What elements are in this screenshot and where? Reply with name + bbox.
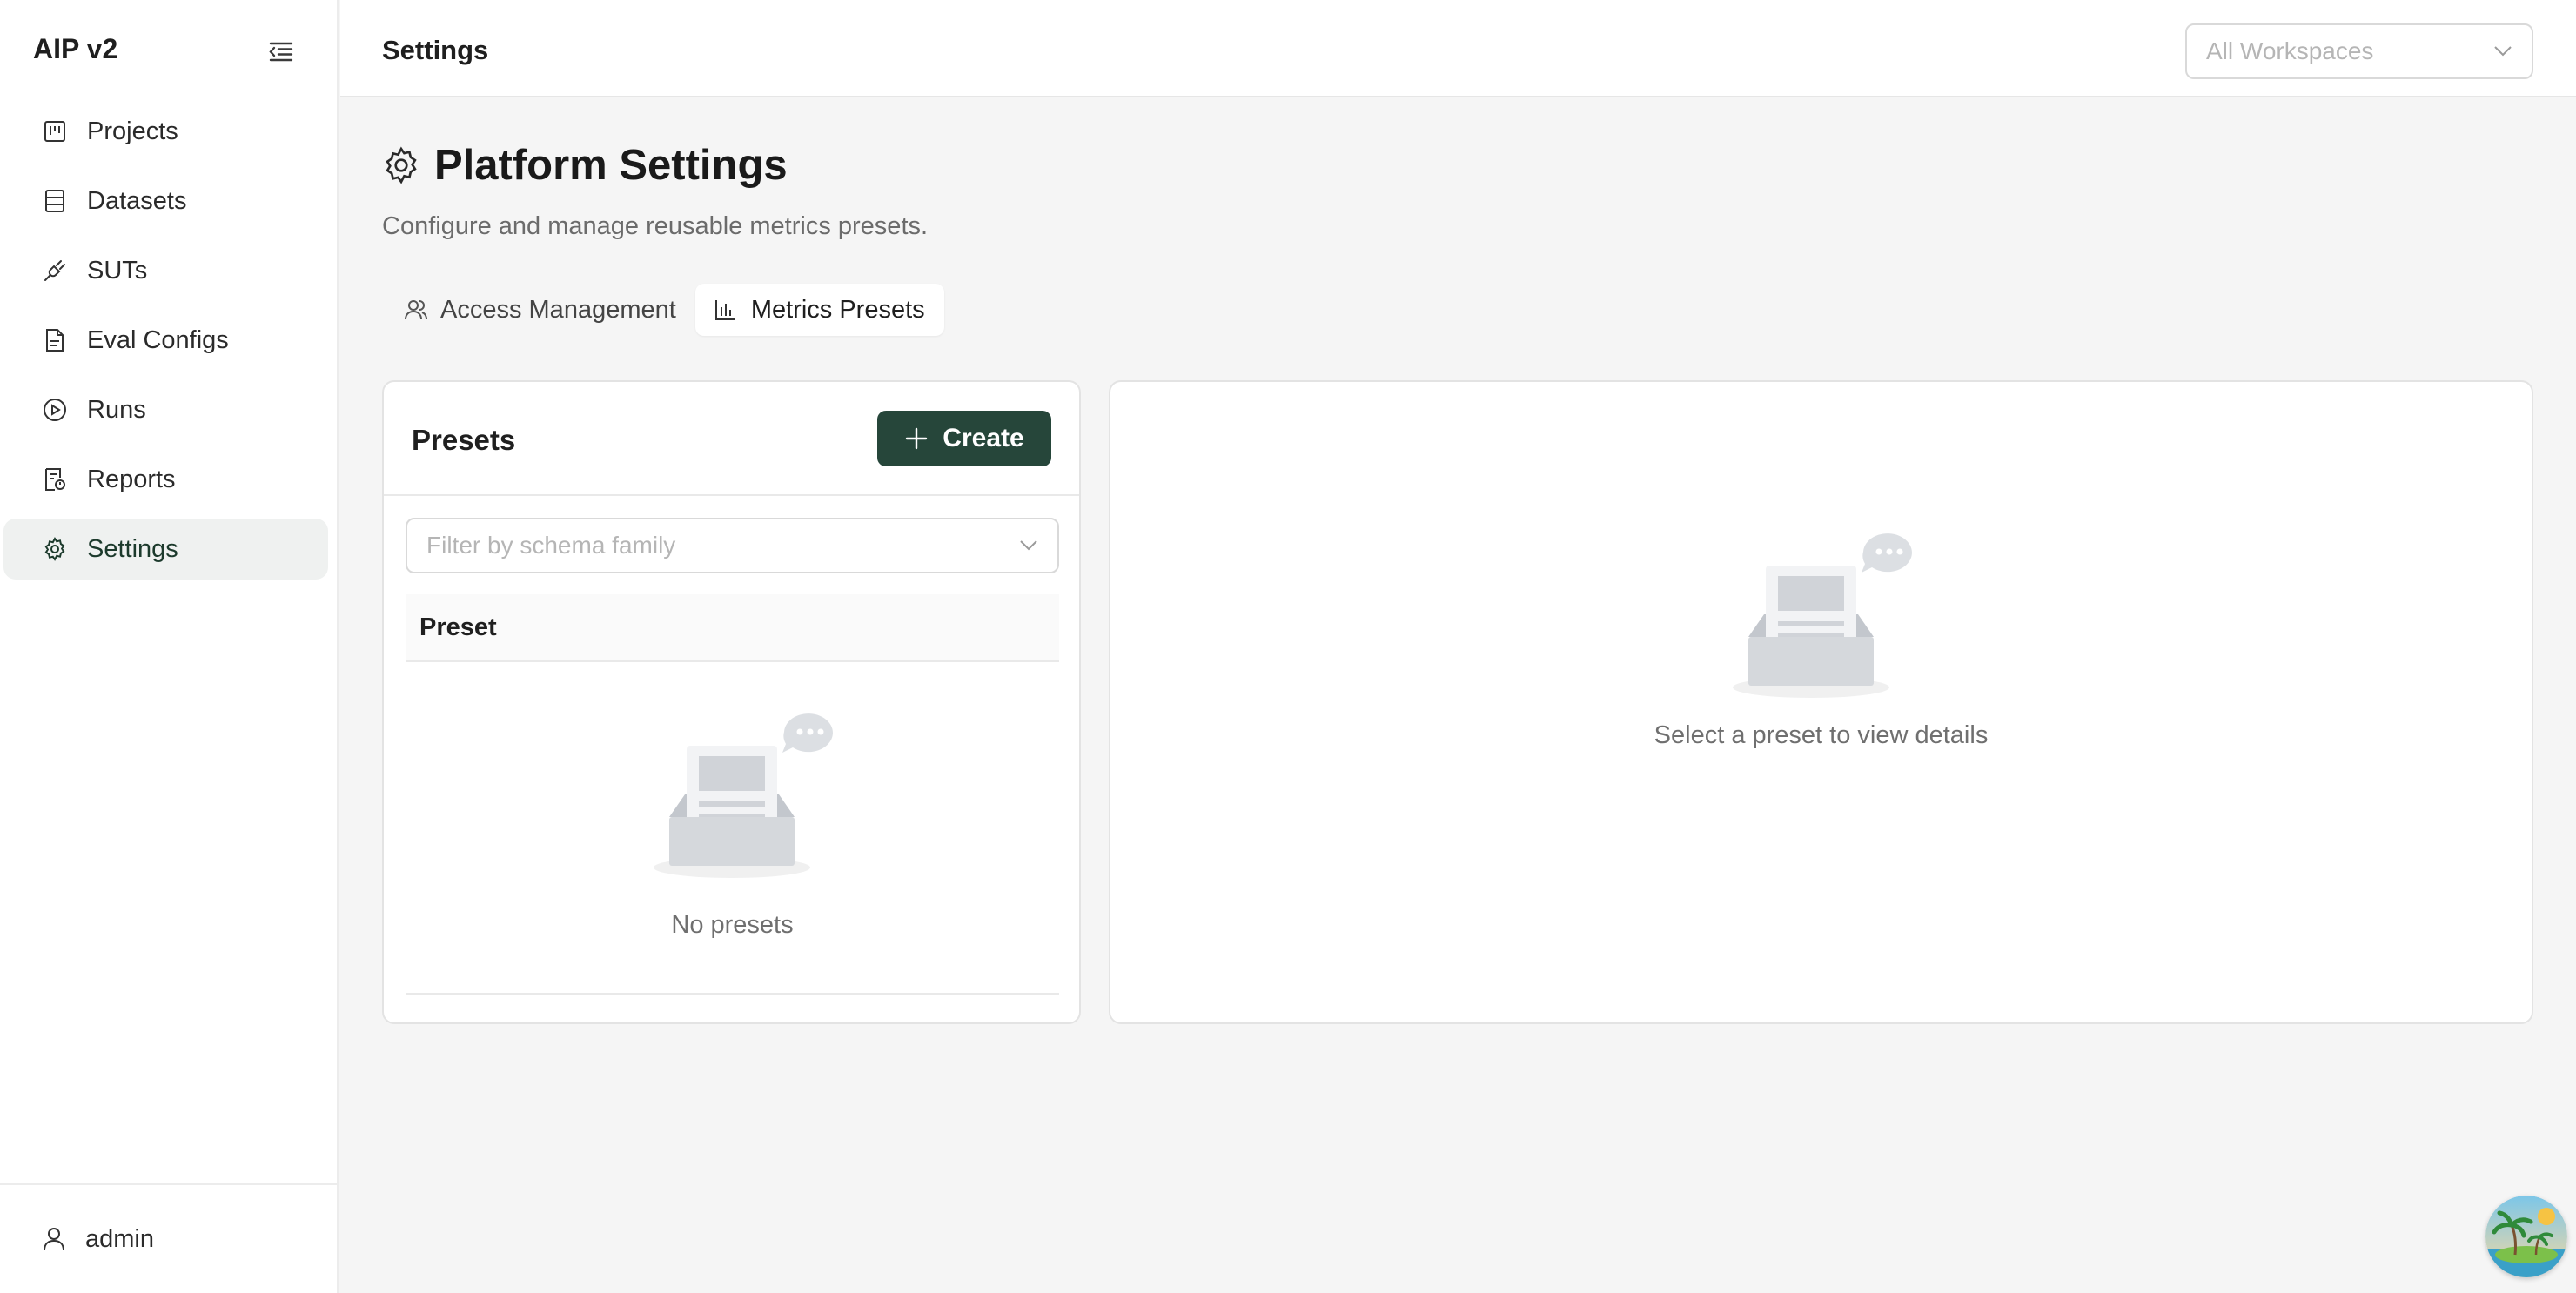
header-title: Settings	[382, 35, 489, 65]
beach-island-icon	[2485, 1196, 2567, 1277]
page-subtitle: Configure and manage reusable metrics pr…	[382, 212, 929, 240]
users-icon	[404, 298, 428, 322]
sidebar-item-label: Eval Configs	[87, 325, 229, 354]
workspace-select-placeholder: All Workspaces	[2206, 37, 2374, 64]
presets-panel: Presets Create Filter by schema family P…	[382, 380, 1081, 1024]
user-name: admin	[85, 1224, 154, 1253]
database-icon	[42, 188, 68, 214]
page-title: Platform Settings	[382, 141, 928, 190]
tab-label: Metrics Presets	[750, 295, 925, 324]
sidebar-item-eval-configs[interactable]: Eval Configs	[3, 310, 328, 371]
sidebar: AIP v2 Projects Datasets SUTs Eval Confi…	[0, 0, 339, 1293]
sidebar-item-reports[interactable]: Reports	[3, 449, 328, 510]
sidebar-item-datasets[interactable]: Datasets	[3, 171, 328, 231]
sidebar-item-label: Projects	[87, 117, 178, 145]
schema-family-filter[interactable]: Filter by schema family	[406, 518, 1059, 573]
sidebar-nav: Projects Datasets SUTs Eval Configs Runs	[0, 101, 339, 588]
tab-label: Access Management	[440, 295, 676, 324]
sidebar-item-label: Runs	[87, 395, 146, 424]
empty-inbox-icon	[1733, 526, 1915, 708]
chevron-down-icon	[2493, 45, 2512, 57]
workspace-select[interactable]: All Workspaces	[2185, 23, 2533, 79]
plug-icon	[42, 258, 68, 284]
create-button-label: Create	[943, 424, 1024, 452]
settings-tabs: Access Management Metrics Presets	[385, 284, 944, 336]
tab-access-management[interactable]: Access Management	[385, 284, 695, 336]
play-circle-icon	[42, 397, 68, 423]
page-title-text: Platform Settings	[434, 142, 788, 189]
file-config-icon	[42, 327, 68, 353]
gear-icon	[42, 536, 68, 562]
empty-inbox-icon	[654, 706, 836, 888]
presets-title: Presets	[412, 424, 516, 456]
presets-header: Presets Create	[384, 382, 1079, 496]
user-icon	[42, 1226, 66, 1252]
sidebar-item-label: Datasets	[87, 186, 187, 215]
page-header: Platform Settings Configure and manage r…	[382, 141, 928, 241]
sidebar-item-label: SUTs	[87, 256, 148, 285]
preset-detail-panel: Select a preset to view details	[1109, 380, 2533, 1024]
plus-icon	[904, 426, 929, 451]
create-preset-button[interactable]: Create	[877, 411, 1051, 466]
gear-icon	[382, 146, 420, 184]
detail-empty-text: Select a preset to view details	[1654, 721, 1989, 749]
filter-placeholder: Filter by schema family	[426, 532, 676, 559]
sidebar-item-projects[interactable]: Projects	[3, 101, 328, 162]
app-brand: AIP v2	[33, 33, 118, 64]
report-icon	[42, 466, 68, 492]
assistant-avatar[interactable]	[2485, 1196, 2567, 1277]
presets-empty-text: No presets	[671, 911, 794, 939]
user-menu[interactable]: admin	[0, 1183, 339, 1293]
sidebar-item-suts[interactable]: SUTs	[3, 240, 328, 301]
sidebar-item-runs[interactable]: Runs	[3, 379, 328, 440]
sidebar-item-label: Reports	[87, 465, 176, 493]
presets-empty-state: No presets	[406, 662, 1059, 995]
collapse-sidebar-button[interactable]	[266, 37, 296, 66]
menu-fold-icon	[269, 42, 293, 62]
tab-metrics-presets[interactable]: Metrics Presets	[694, 284, 944, 336]
chevron-down-icon	[1019, 539, 1038, 552]
sidebar-item-label: Settings	[87, 534, 178, 563]
sidebar-item-settings[interactable]: Settings	[3, 519, 328, 580]
top-bar: Settings All Workspaces	[340, 0, 2576, 97]
bar-chart-icon	[714, 298, 739, 322]
kanban-icon	[42, 118, 68, 144]
table-header-preset[interactable]: Preset	[406, 594, 1059, 662]
